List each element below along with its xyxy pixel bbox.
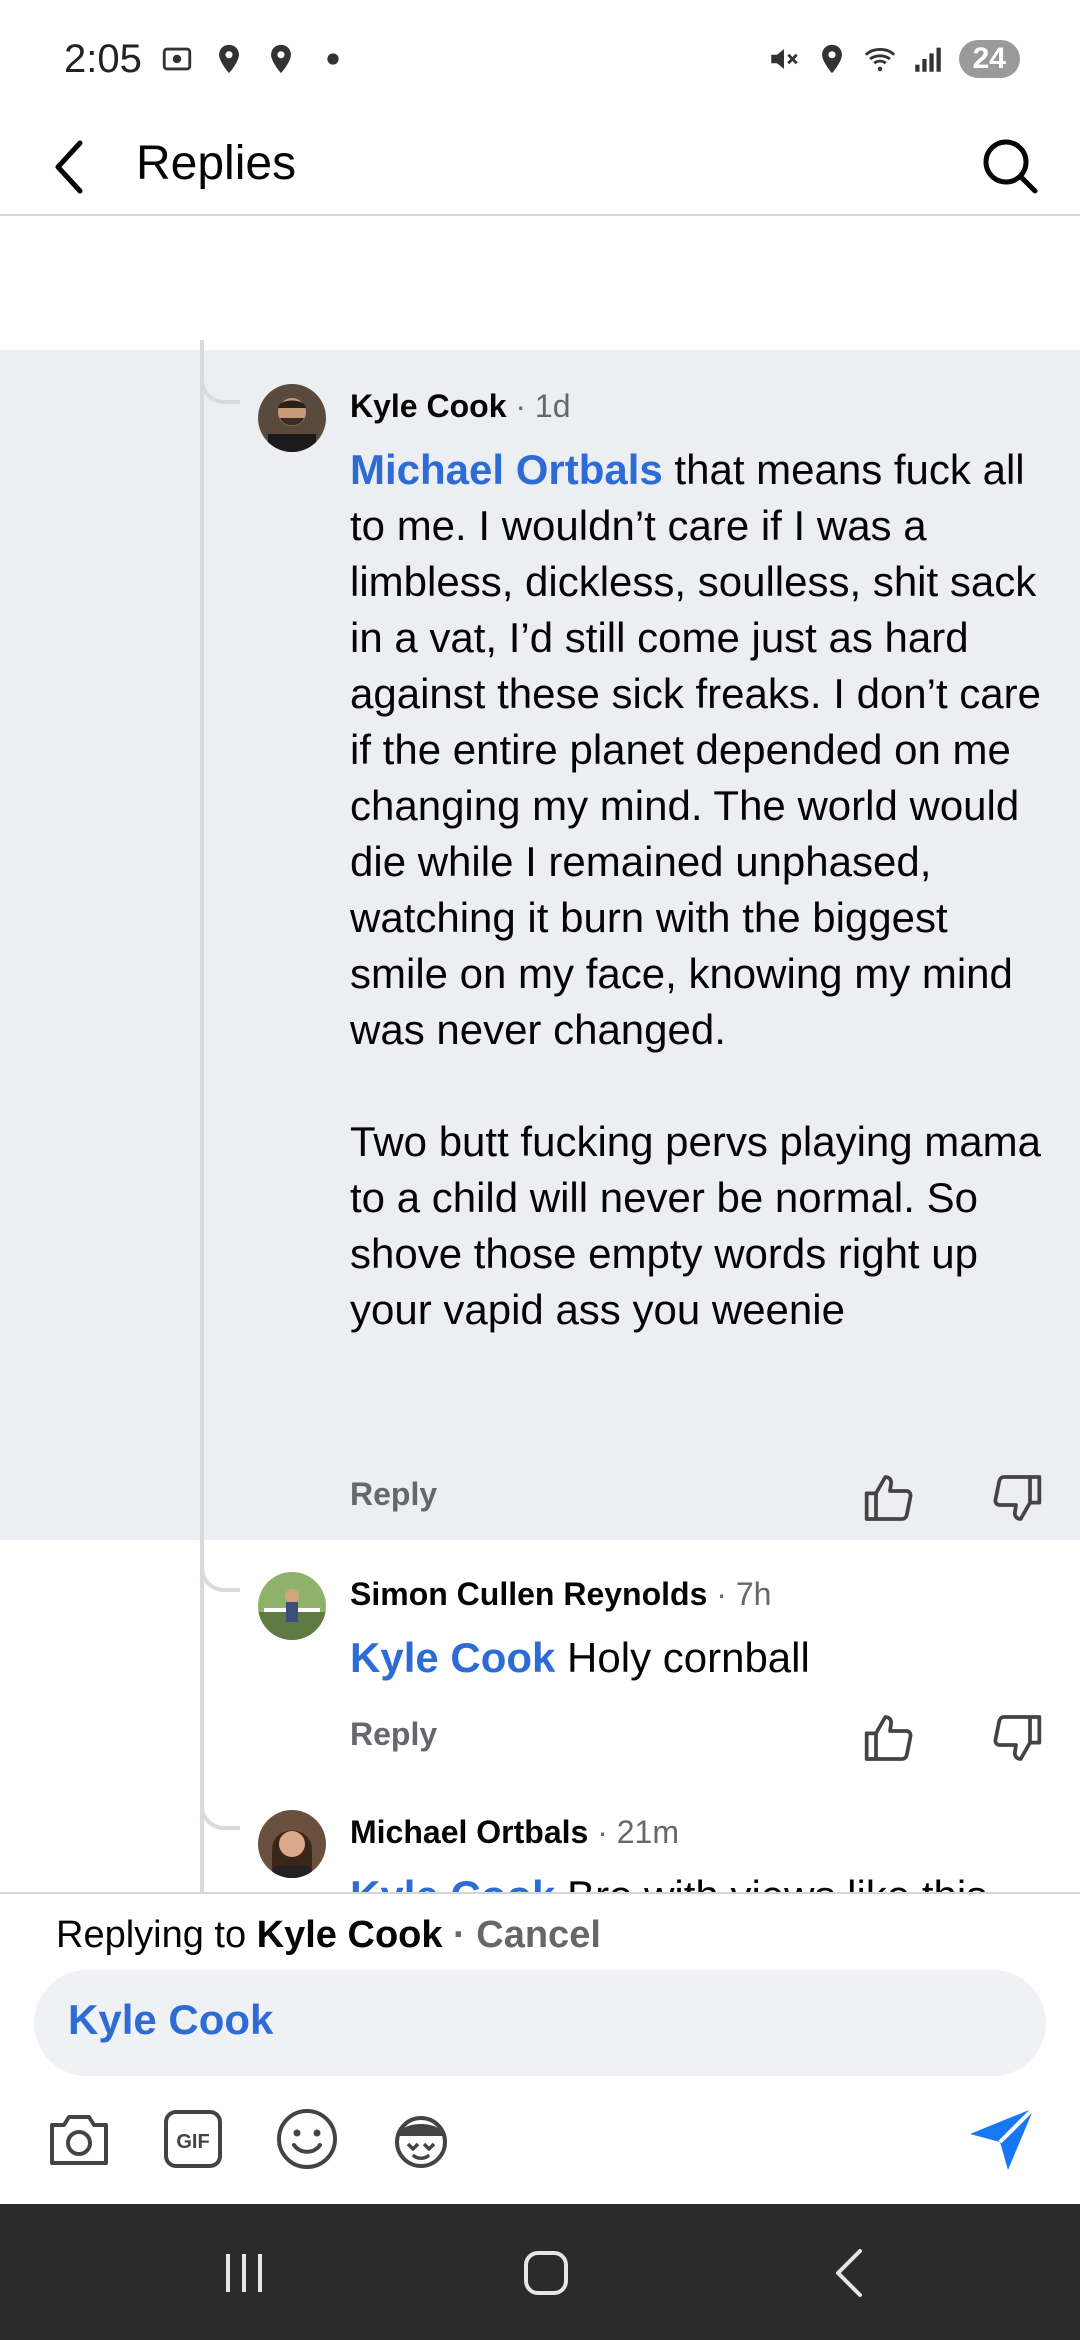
avatar-sticker-button[interactable] [386,2104,456,2174]
reply-button[interactable]: Reply [350,1476,437,1513]
reply-button[interactable]: Reply [350,1716,437,1753]
replying-prefix: Replying to [56,1914,257,1956]
mention-link[interactable]: Kyle Cook [350,1634,555,1681]
comment-meta: Michael Ortbals · 21m [350,1814,679,1851]
avatar-sticker-icon [395,2116,447,2168]
signal-icon [914,47,941,72]
back-arrow-icon [55,140,83,194]
status-right: 24 [767,40,1020,78]
dot-icon [327,53,339,65]
avatar-image [258,1572,326,1640]
system-back-icon [836,2249,862,2297]
camera-icon [50,2115,108,2165]
svg-text:GIF: GIF [176,2131,209,2153]
comment-author[interactable]: Kyle Cook [350,388,506,424]
composer-mention: Kyle Cook [68,1996,274,2043]
system-back-button[interactable] [810,2238,890,2308]
thread-connector [200,1804,240,1830]
comment-paragraph-2: Two butt fucking pervs playing mama to a… [350,1118,1041,1333]
replying-name: Kyle Cook [256,1914,443,1956]
comment-author[interactable]: Michael Ortbals [350,1814,588,1850]
reply-bar: Replying to Kyle Cook · Cancel Kyle Cook… [0,1892,1080,2204]
recent-apps-icon [226,2254,262,2292]
avatar[interactable] [258,384,326,452]
comment-paragraph: Michael Ortbals that means fuck all to m… [350,442,1050,1058]
thumbs-up-icon[interactable] [862,1470,918,1526]
status-time: 2:05 [64,36,142,81]
comment-actions: Reply [350,1710,1050,1770]
cancel-reply-button[interactable]: · Cancel [443,1914,601,1956]
thumbs-up-icon[interactable] [862,1710,918,1766]
home-icon [524,2251,568,2295]
avatar[interactable] [258,1572,326,1640]
comment-body: Michael Ortbals that means fuck all to m… [350,442,1050,1338]
emoji-button[interactable] [272,2104,342,2174]
system-nav-bar [0,2204,1080,2340]
avatar-image [258,1810,326,1878]
comment-text: that means fuck all to me. I wouldn’t ca… [350,446,1042,1053]
battery-indicator: 24 [958,40,1020,78]
thumbs-down-icon[interactable] [988,1470,1044,1526]
comment-time: · 1d [515,388,571,424]
mute-icon [770,49,798,69]
comment-actions: Reply [350,1470,1050,1530]
mention-link[interactable]: Michael Ortbals [350,446,663,493]
comment-body: Kyle Cook Holy cornball [350,1630,1050,1686]
thumbs-down-icon[interactable] [988,1710,1044,1766]
search-icon [983,139,1038,194]
gif-button[interactable]: GIF [158,2104,228,2174]
camera-button[interactable] [44,2104,114,2174]
emoji-icon [277,2109,337,2169]
comment-time: · 7h [716,1576,772,1612]
home-button[interactable] [506,2238,586,2308]
comment-text: Bro with views like this [555,1872,987,1892]
send-icon[interactable] [964,2100,1040,2176]
back-button[interactable] [40,128,100,206]
recent-apps-button[interactable] [204,2238,284,2308]
search-button[interactable] [970,126,1050,206]
location-status-icon [821,44,842,74]
location-icon-2 [270,44,291,74]
screenshot-icon [162,47,192,71]
thread-connector [200,1566,240,1592]
comment-meta: Kyle Cook · 1d [350,388,571,425]
comment-input[interactable]: Kyle Cook [34,1970,1046,2076]
page-title: Replies [136,137,297,190]
gif-icon: GIF [164,2110,222,2168]
location-icon [218,44,239,74]
avatar-image [258,384,326,452]
comment-body: Kyle Cook Bro with views like this [350,1868,1050,1892]
reply-thread[interactable]: Kyle Cook · 1d Michael Ortbals that mean… [0,216,1080,1892]
header: Replies [0,118,1080,216]
comment-text: Holy cornball [555,1634,810,1681]
thread-line [200,340,204,1892]
wifi-icon [864,48,895,72]
replying-to-label: Replying to Kyle Cook · Cancel [56,1914,601,1957]
comment-time: · 21m [597,1814,679,1850]
comment-author[interactable]: Simon Cullen Reynolds [350,1576,707,1612]
avatar[interactable] [258,1810,326,1878]
mention-link[interactable]: Kyle Cook [350,1872,555,1892]
status-bar: 2:05 24 [0,0,1080,118]
status-left: 2:05 [64,37,350,82]
comment-meta: Simon Cullen Reynolds · 7h [350,1576,771,1613]
